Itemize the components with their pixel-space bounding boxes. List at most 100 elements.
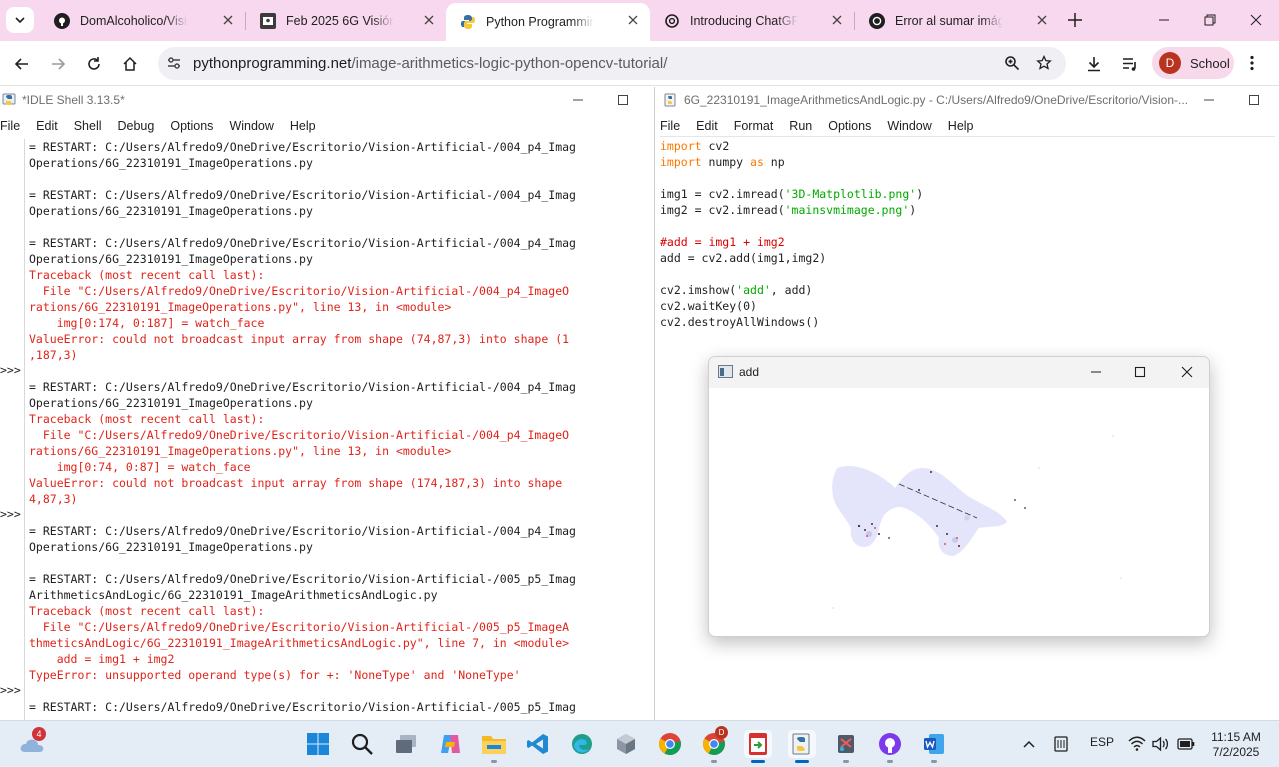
close-tab-icon[interactable] — [626, 13, 640, 27]
snipping-tool-app[interactable] — [832, 730, 860, 763]
vscode-app[interactable] — [524, 730, 552, 758]
3d-app[interactable] — [612, 730, 640, 758]
menu-shell[interactable]: Shell — [74, 119, 102, 133]
menu-run[interactable]: Run — [789, 119, 812, 133]
weather-widget[interactable]: 4 — [18, 727, 46, 758]
address-bar[interactable]: pythonprogramming.net/image-arithmetics-… — [158, 47, 1066, 80]
menu-file[interactable]: File — [660, 119, 680, 133]
system-clock[interactable]: 11:15 AM 7/2/2025 — [1203, 730, 1269, 760]
file-explorer-app[interactable] — [480, 730, 508, 763]
shell-error-line: File "C:/Users/Alfredo9/OneDrive/Escrito… — [29, 620, 570, 634]
wifi-icon[interactable] — [1128, 736, 1146, 752]
python-editor-icon — [749, 733, 767, 755]
browser-tab-active[interactable]: Python Programming Tutorials — [446, 3, 650, 41]
shell-title: *IDLE Shell 3.13.5* — [22, 93, 125, 107]
close-tab-icon[interactable] — [221, 13, 235, 27]
menu-help[interactable]: Help — [290, 119, 316, 133]
windows-taskbar: 4 D ESP 11:15 AM 7/2/2025 — [0, 720, 1279, 767]
chrome-app[interactable] — [656, 730, 684, 758]
minimize-icon[interactable] — [1087, 363, 1105, 381]
shell-error-line: rations/6G_22310191_ImageOperations.py",… — [29, 300, 452, 314]
windows-icon — [307, 733, 329, 755]
chrome-profile-app[interactable]: D — [700, 726, 728, 763]
home-icon — [123, 56, 137, 71]
url-text: pythonprogramming.net/image-arithmetics-… — [193, 55, 667, 72]
code-editor[interactable]: import cv2 import numpy as np img1 = cv2.i… — [660, 138, 1275, 330]
idle-editor-app[interactable] — [744, 730, 772, 763]
code-line: cv2.destroyAllWindows() — [660, 314, 1275, 330]
browser-tab[interactable]: DomAlcoholico/Vision-Artificial — [40, 0, 245, 41]
tab-search-button[interactable] — [6, 7, 34, 33]
minimize-icon[interactable] — [572, 94, 584, 106]
close-tab-icon[interactable] — [422, 13, 436, 27]
shell-output-line: Operations/6G_22310191_ImageOperations.p… — [29, 540, 313, 554]
github-icon — [54, 12, 70, 29]
code-token: ) — [916, 187, 924, 201]
tray-overflow-chevron-icon[interactable] — [1022, 738, 1036, 750]
profile-button[interactable]: D School — [1152, 47, 1234, 79]
input-language[interactable]: ESP — [1090, 735, 1114, 749]
browser-tab[interactable]: Introducing ChatGPT | OpenAI — [650, 0, 854, 41]
menu-window[interactable]: Window — [887, 119, 931, 133]
vscode-icon — [527, 734, 548, 754]
site-info-icon[interactable] — [166, 55, 182, 71]
close-browser-button[interactable] — [1233, 0, 1279, 40]
edge-app[interactable] — [568, 730, 596, 758]
forward-button[interactable] — [46, 52, 70, 76]
shell-output[interactable]: = RESTART: C:/Users/Alfredo9/OneDrive/Es… — [24, 139, 653, 720]
menu-help[interactable]: Help — [948, 119, 974, 133]
code-token: img1 = cv2.imread( — [660, 187, 785, 201]
copilot-app[interactable] — [436, 730, 464, 758]
code-token: cv2.waitKey(0) — [660, 299, 757, 313]
minimize-browser-button[interactable] — [1141, 0, 1187, 40]
menu-options[interactable]: Options — [170, 119, 213, 133]
running-indicator — [795, 760, 809, 763]
menu-edit[interactable]: Edit — [696, 119, 718, 133]
idle-shell-app[interactable] — [788, 730, 816, 763]
shell-output-line: = RESTART: C:/Users/Alfredo9/OneDrive/Es… — [29, 700, 576, 714]
close-icon[interactable] — [1178, 363, 1196, 381]
browser-tab[interactable]: Error al sumar imágenes — [855, 0, 1059, 41]
folder-icon — [482, 736, 506, 754]
media-control-icon[interactable] — [1121, 55, 1139, 73]
maximize-icon[interactable] — [617, 94, 629, 106]
running-indicator — [491, 760, 497, 763]
storage-icon[interactable] — [1052, 735, 1070, 753]
word-app[interactable] — [920, 730, 948, 763]
task-view-button[interactable] — [392, 730, 420, 758]
python-file-icon — [664, 93, 676, 107]
start-button[interactable] — [304, 730, 332, 758]
github-desktop-app[interactable] — [876, 730, 904, 763]
menu-file[interactable]: File — [0, 119, 20, 133]
menu-format[interactable]: Format — [734, 119, 774, 133]
new-tab-icon[interactable] — [1066, 11, 1084, 29]
menu-options[interactable]: Options — [828, 119, 871, 133]
battery-icon[interactable] — [1177, 737, 1195, 751]
maximize-icon[interactable] — [1131, 363, 1149, 381]
close-tab-icon[interactable] — [830, 13, 844, 27]
menu-window[interactable]: Window — [229, 119, 273, 133]
home-button[interactable] — [118, 52, 142, 76]
search-button[interactable] — [348, 730, 376, 758]
close-tab-icon[interactable] — [1035, 13, 1049, 27]
browser-tab[interactable]: Feb 2025 6G Visión Artificial — [246, 0, 446, 41]
zoom-icon[interactable] — [1004, 55, 1020, 71]
tab-title: Introducing ChatGPT | OpenAI — [690, 13, 798, 28]
minimize-icon[interactable] — [1203, 94, 1215, 106]
download-icon[interactable] — [1085, 55, 1103, 73]
kebab-menu-icon[interactable] — [1243, 54, 1261, 72]
opencv-image-window[interactable]: add — [708, 356, 1210, 637]
volume-icon[interactable] — [1152, 736, 1170, 752]
cv-titlebar[interactable]: add — [709, 357, 1209, 388]
back-button[interactable] — [10, 52, 34, 76]
bookmark-star-icon[interactable] — [1036, 55, 1052, 71]
menu-debug[interactable]: Debug — [118, 119, 155, 133]
menu-edit[interactable]: Edit — [36, 119, 58, 133]
shell-output-line: = RESTART: C:/Users/Alfredo9/OneDrive/Es… — [29, 236, 576, 250]
reload-button[interactable] — [82, 52, 106, 76]
search-icon — [351, 733, 373, 755]
code-token: '3D-Matplotlib.png' — [784, 187, 917, 201]
restore-browser-button[interactable] — [1187, 0, 1233, 40]
maximize-icon[interactable] — [1248, 94, 1260, 106]
